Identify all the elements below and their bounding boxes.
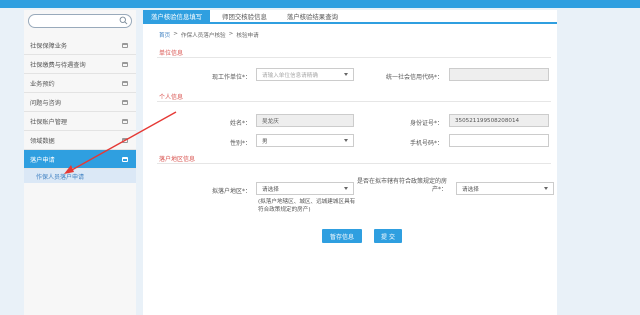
section-title-area: 落户地区信息 (159, 156, 196, 163)
credit-code-label: 统一社会信用代码*： (385, 74, 443, 81)
district-label: 拟落户地区*： (211, 188, 251, 195)
tab-bar: 落户核验信息填写 师团交核验信息 落户核验结果查询 (143, 10, 557, 24)
sidebar-nav: 社保保障业务 社保缴费与待遇查询 业务预约 问题与咨询 社保账户管理 领域数据 … (24, 36, 136, 183)
chevron-down-icon (544, 187, 548, 190)
employer-placeholder: 请输入单位信息请精确 (262, 72, 318, 79)
sidebar-item-label: 社保保障业务 (30, 42, 68, 50)
top-bar (0, 0, 640, 8)
tab-verification-fill[interactable]: 落户核验信息填写 (143, 10, 211, 22)
district-value: 请选择 (262, 186, 279, 193)
breadcrumb-level1[interactable]: 作保人员落户核验 (181, 31, 226, 39)
folder-icon (122, 61, 128, 67)
breadcrumb-level2: 核验申请 (236, 33, 259, 39)
save-draft-button[interactable]: 暂存信息 (322, 229, 362, 243)
submit-button[interactable]: 提 交 (374, 229, 402, 243)
breadcrumb: 首页 > 作保人员落户核验 > 核验申请 (159, 31, 259, 39)
tab-team-verification[interactable]: 师团交核验信息 (214, 10, 275, 22)
sidebar-item-settlement[interactable]: 落户申请 (24, 150, 136, 169)
name-field[interactable]: 吴龙庆 (256, 114, 354, 127)
employer-field[interactable]: 请输入单位信息请精确 (256, 68, 354, 81)
chevron-down-icon (344, 187, 348, 190)
divider (157, 101, 551, 102)
gender-label: 性别*： (229, 140, 251, 147)
sidebar-item-consult[interactable]: 问题与咨询 (24, 93, 136, 112)
phone-field[interactable] (449, 134, 549, 147)
tab-result-query[interactable]: 落户核验结果查询 (279, 10, 346, 22)
folder-icon (122, 118, 128, 124)
phone-label: 手机号码*： (409, 140, 443, 147)
search-icon[interactable] (119, 16, 128, 25)
sidebar-item-label: 领域数据 (30, 137, 55, 145)
name-label: 姓名*： (229, 120, 251, 127)
sidebar-item-label: 落户申请 (30, 156, 55, 164)
folder-icon (122, 80, 128, 86)
property-policy-label: 是否在拟市辖有符合政策规定的房产*： (357, 178, 448, 193)
sidebar-item-social-security[interactable]: 社保保障业务 (24, 36, 136, 55)
divider (157, 163, 551, 164)
id-number-field[interactable]: 350521199508208014 (449, 114, 549, 127)
employer-label: 现工作单位*： (211, 74, 251, 81)
sidebar-item-label: 社保缴费与待遇查询 (30, 61, 86, 69)
id-number-label: 身份证号*： (409, 120, 443, 127)
district-note: (拟落户地辖区、城区、远城建城区具有符合政策规定的房产) (258, 199, 356, 213)
sidebar-item-payment-query[interactable]: 社保缴费与待遇查询 (24, 55, 136, 74)
chevron-down-icon (344, 73, 348, 76)
breadcrumb-home[interactable]: 首页 (159, 31, 170, 39)
folder-icon (122, 99, 128, 105)
credit-code-field[interactable] (449, 68, 549, 81)
breadcrumb-separator: > (228, 31, 234, 37)
property-policy-value: 请选择 (462, 186, 479, 193)
section-title-unit: 单位信息 (159, 50, 184, 57)
sidebar-item-data[interactable]: 领域数据 (24, 131, 136, 150)
gender-value: 男 (262, 138, 268, 145)
sidebar-subitem-settlement-apply[interactable]: 作保人员落户申请 (24, 169, 136, 183)
gender-select[interactable]: 男 (256, 134, 354, 147)
chevron-down-icon (344, 139, 348, 142)
sidebar-item-label: 问题与咨询 (30, 99, 61, 107)
section-title-personal: 个人信息 (159, 94, 184, 101)
sidebar-item-label: 业务预约 (30, 80, 55, 88)
folder-icon (122, 137, 128, 143)
breadcrumb-separator: > (173, 31, 178, 37)
folder-icon (122, 156, 128, 162)
sidebar-item-account[interactable]: 社保账户管理 (24, 112, 136, 131)
sidebar-item-label: 社保账户管理 (30, 118, 68, 126)
search-input[interactable] (28, 14, 132, 28)
main-panel: 落户核验信息填写 师团交核验信息 落户核验结果查询 首页 > 作保人员落户核验 … (143, 10, 557, 315)
folder-icon (122, 42, 128, 48)
divider (157, 57, 551, 58)
district-select[interactable]: 请选择 (256, 182, 354, 195)
sidebar-item-appointment[interactable]: 业务预约 (24, 74, 136, 93)
property-policy-select[interactable]: 请选择 (456, 182, 554, 195)
sidebar: 社保保障业务 社保缴费与待遇查询 业务预约 问题与咨询 社保账户管理 领域数据 … (24, 10, 136, 315)
